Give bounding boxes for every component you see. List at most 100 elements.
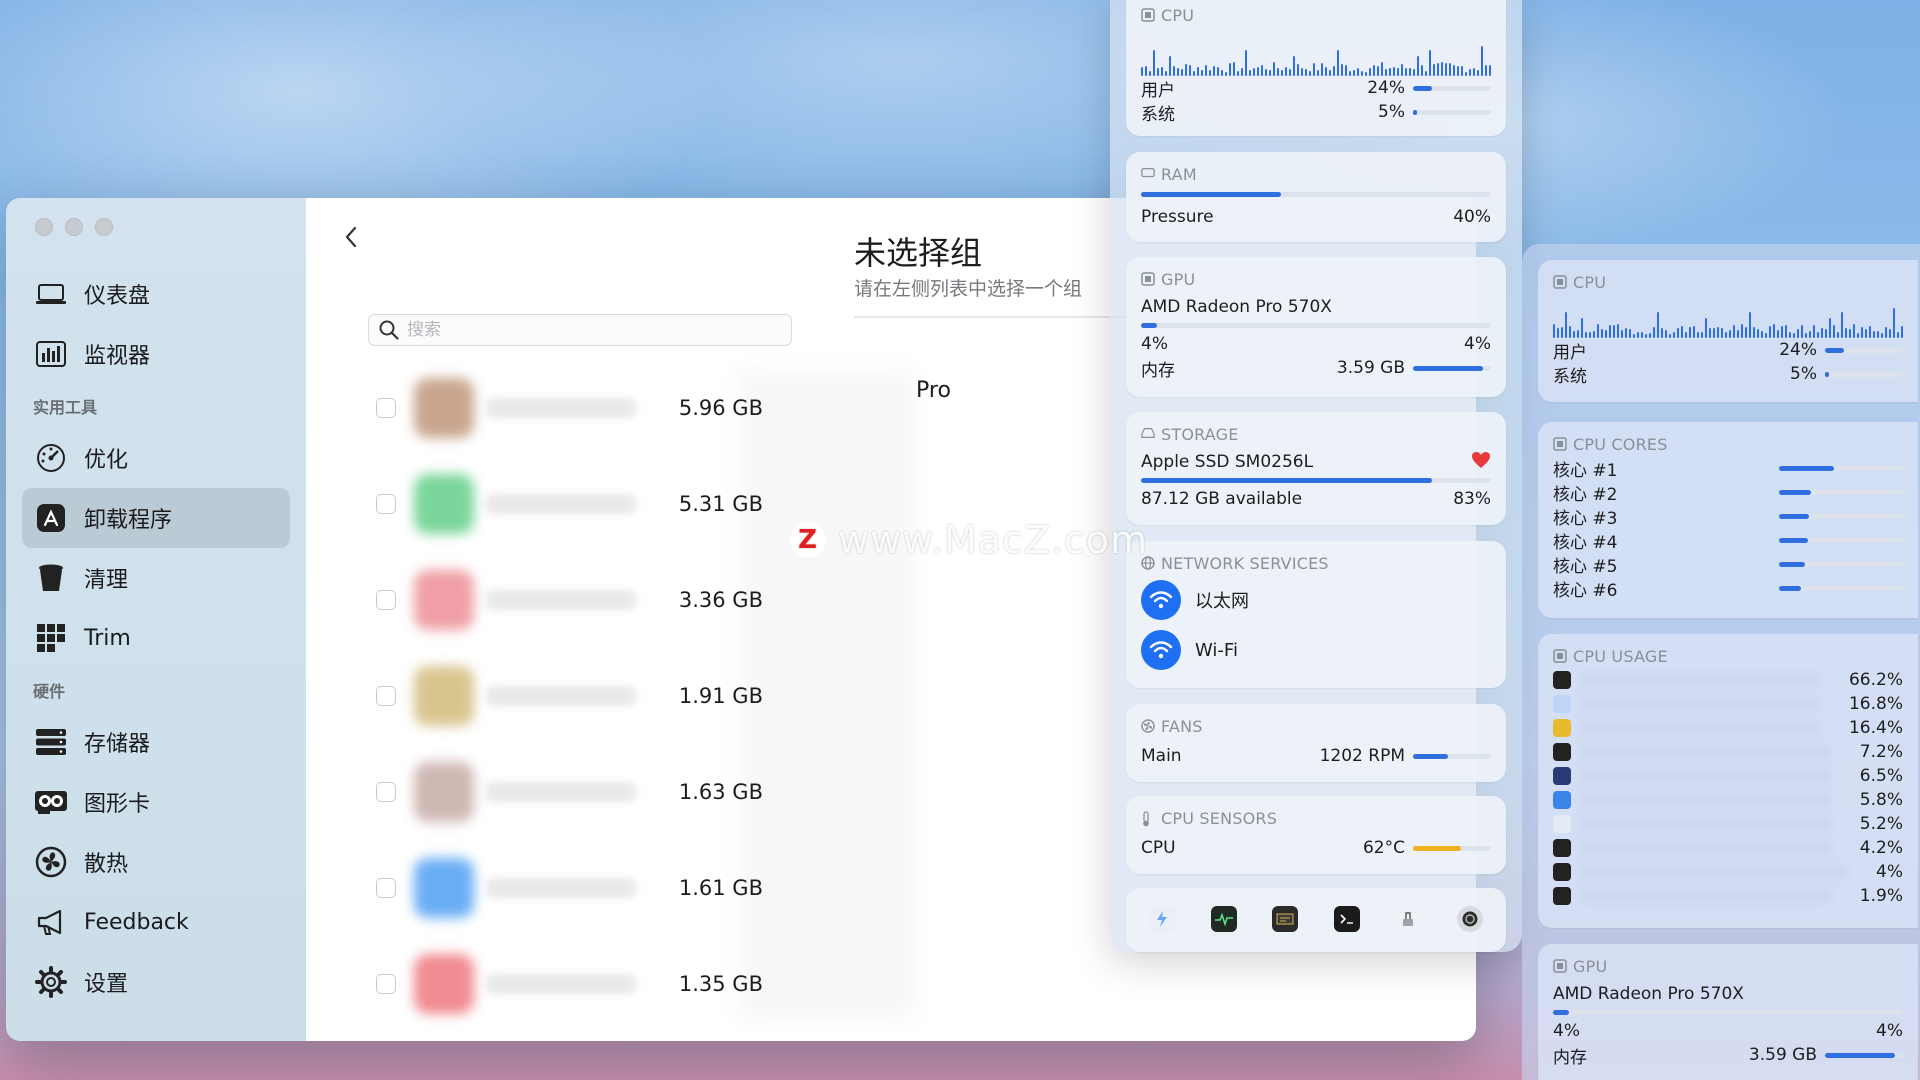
ram-pressure-row: Pressure 40% — [1141, 205, 1491, 229]
sparkline-bar — [1441, 62, 1443, 76]
process-usage: 5.2% — [1859, 814, 1903, 834]
process-row[interactable]: 66.2% — [1553, 668, 1903, 692]
heart-icon[interactable] — [1471, 451, 1491, 474]
sparkline-bar — [1901, 325, 1903, 338]
sparkline-bar — [1553, 324, 1555, 338]
table-row[interactable]: 1.91 GB — [376, 648, 1096, 744]
sidebar-item-monitor[interactable]: 监视器 — [22, 324, 290, 384]
process-row[interactable]: 6.5% — [1553, 764, 1903, 788]
ram-card[interactable]: RAM Pressure 40% — [1126, 152, 1506, 242]
system-info-icon[interactable] — [1456, 906, 1483, 932]
stats-panel-secondary: CPU 用户 24% 系统 5% CPU CORES 核心 #1 核心 #2 核心 … — [1522, 244, 1920, 1080]
back-button[interactable] — [336, 222, 366, 252]
search-field[interactable] — [368, 314, 792, 346]
sidebar-item-feedback[interactable]: Feedback — [22, 892, 290, 952]
card-title: NETWORK SERVICES — [1161, 553, 1329, 573]
core-bar — [1779, 561, 1903, 567]
sparkline-bar — [1245, 50, 1247, 76]
sparkline-bar — [1465, 71, 1467, 76]
sparkline-bar — [1769, 326, 1771, 338]
core-row: 核心 #2 — [1553, 480, 1903, 505]
activity-monitor-icon[interactable] — [1210, 906, 1237, 932]
sidebar-item-uninstaller[interactable]: 卸载程序 — [22, 488, 290, 548]
app-store-icon — [34, 501, 68, 535]
table-row[interactable]: 1.63 GB — [376, 744, 1096, 840]
sparkline-bar — [1313, 62, 1315, 76]
cpu-user-row: 用户 24% — [1141, 76, 1491, 101]
network-service-ethernet[interactable]: 以太网 — [1141, 575, 1491, 625]
storage-card[interactable]: STORAGE Apple SSD SM0256L 87.12 GB avail… — [1126, 412, 1506, 525]
sparkline-bar — [1445, 62, 1447, 76]
quick-launch-bar — [1126, 888, 1506, 952]
table-row[interactable]: 1.61 GB — [376, 840, 1096, 936]
app-checkbox[interactable] — [376, 686, 396, 706]
table-row[interactable]: 3.36 GB — [376, 552, 1096, 648]
process-name-blurred — [1579, 817, 1830, 831]
sidebar-item-optimize[interactable]: 优化 — [22, 428, 290, 488]
gpu-card-header: GPU — [1141, 257, 1491, 291]
sidebar-item-settings[interactable]: 设置 — [22, 952, 290, 1012]
sparkline-bar — [1617, 324, 1619, 338]
app-checkbox[interactable] — [376, 782, 396, 802]
sparkline-bar — [1169, 56, 1171, 76]
process-row[interactable]: 5.8% — [1553, 788, 1903, 812]
sparkline-bar — [1805, 332, 1807, 338]
sparkline-bar — [1861, 326, 1863, 338]
disk-utility-icon[interactable] — [1395, 906, 1422, 932]
storage-name: Apple SSD SM0256L — [1141, 452, 1314, 472]
sidebar-item-graphics[interactable]: 图形卡 — [22, 772, 290, 832]
network-service-wifi[interactable]: Wi-Fi — [1141, 625, 1491, 675]
sparkline-bar — [1561, 327, 1563, 338]
process-row[interactable]: 16.4% — [1553, 716, 1903, 740]
process-name-blurred — [1579, 793, 1830, 807]
fans-card[interactable]: FANS Main 1202 RPM — [1126, 704, 1506, 782]
app-checkbox[interactable] — [376, 494, 396, 514]
sparkline-bar — [1461, 66, 1463, 76]
gpu-util-row: 4% 4% — [1553, 1019, 1903, 1043]
process-usage: 6.5% — [1859, 766, 1903, 786]
sparkline-bar — [1897, 332, 1899, 338]
zoom-button[interactable] — [95, 218, 113, 236]
process-row[interactable]: 7.2% — [1553, 740, 1903, 764]
search-input[interactable] — [407, 320, 787, 340]
process-row[interactable]: 16.8% — [1553, 692, 1903, 716]
console-icon[interactable] — [1272, 906, 1299, 932]
sidebar-item-storage[interactable]: 存储器 — [22, 712, 290, 772]
process-row[interactable]: 4.2% — [1553, 836, 1903, 860]
process-row[interactable]: 4% — [1553, 860, 1903, 884]
terminal-icon[interactable] — [1333, 906, 1360, 932]
cpu-usage-card[interactable]: CPU USAGE 66.2% 16.8% 16.4% 7.2% 6.5% 5.8% 5.2… — [1538, 634, 1918, 928]
sidebar-item-trim[interactable]: Trim — [22, 608, 290, 668]
table-row[interactable]: 5.96 GB — [376, 360, 1096, 456]
gpu-card[interactable]: GPU AMD Radeon Pro 570X 4% 4% 内存 3.59 GB — [1126, 257, 1506, 397]
sidebar-item-cooling[interactable]: 散热 — [22, 832, 290, 892]
process-row[interactable]: 5.2% — [1553, 812, 1903, 836]
table-row[interactable]: 1.35 GB — [376, 936, 1096, 1032]
process-usage: 7.2% — [1859, 742, 1903, 762]
gpu-card-secondary[interactable]: GPU AMD Radeon Pro 570X 4% 4% 内存 3.59 GB — [1538, 944, 1918, 1080]
app-checkbox[interactable] — [376, 398, 396, 418]
sensors-card[interactable]: CPU SENSORS CPU 62°C — [1126, 796, 1506, 874]
sidebar-item-clean[interactable]: 清理 — [22, 548, 290, 608]
cpu-card[interactable]: CPU 用户 24% 系统 5% — [1126, 0, 1506, 136]
process-usage: 4.2% — [1859, 838, 1903, 858]
process-row[interactable]: 1.9% — [1553, 884, 1903, 908]
app-checkbox[interactable] — [376, 590, 396, 610]
sensors-card-header: CPU SENSORS — [1141, 796, 1491, 830]
core-bar — [1779, 537, 1903, 543]
card-title: GPU — [1161, 269, 1196, 289]
app-checkbox[interactable] — [376, 974, 396, 994]
minimize-button[interactable] — [65, 218, 83, 236]
close-button[interactable] — [35, 218, 53, 236]
core-label: 核心 #6 — [1553, 580, 1618, 601]
cpu-card-secondary[interactable]: CPU 用户 24% 系统 5% — [1538, 260, 1918, 402]
fan-value: 1202 RPM — [1319, 746, 1405, 766]
sparkline-bar — [1813, 325, 1815, 338]
cpu-cores-card[interactable]: CPU CORES 核心 #1 核心 #2 核心 #3 核心 #4 核心 #5 核心 #6 — [1538, 422, 1918, 618]
sidebar-item-dashboard[interactable]: 仪表盘 — [22, 264, 290, 324]
network-card-header: NETWORK SERVICES — [1141, 541, 1491, 575]
network-card[interactable]: NETWORK SERVICES 以太网 Wi-Fi — [1126, 541, 1506, 688]
app-checkbox[interactable] — [376, 878, 396, 898]
bolt-icon[interactable] — [1149, 906, 1175, 932]
cpu-card-header: CPU — [1553, 260, 1903, 294]
